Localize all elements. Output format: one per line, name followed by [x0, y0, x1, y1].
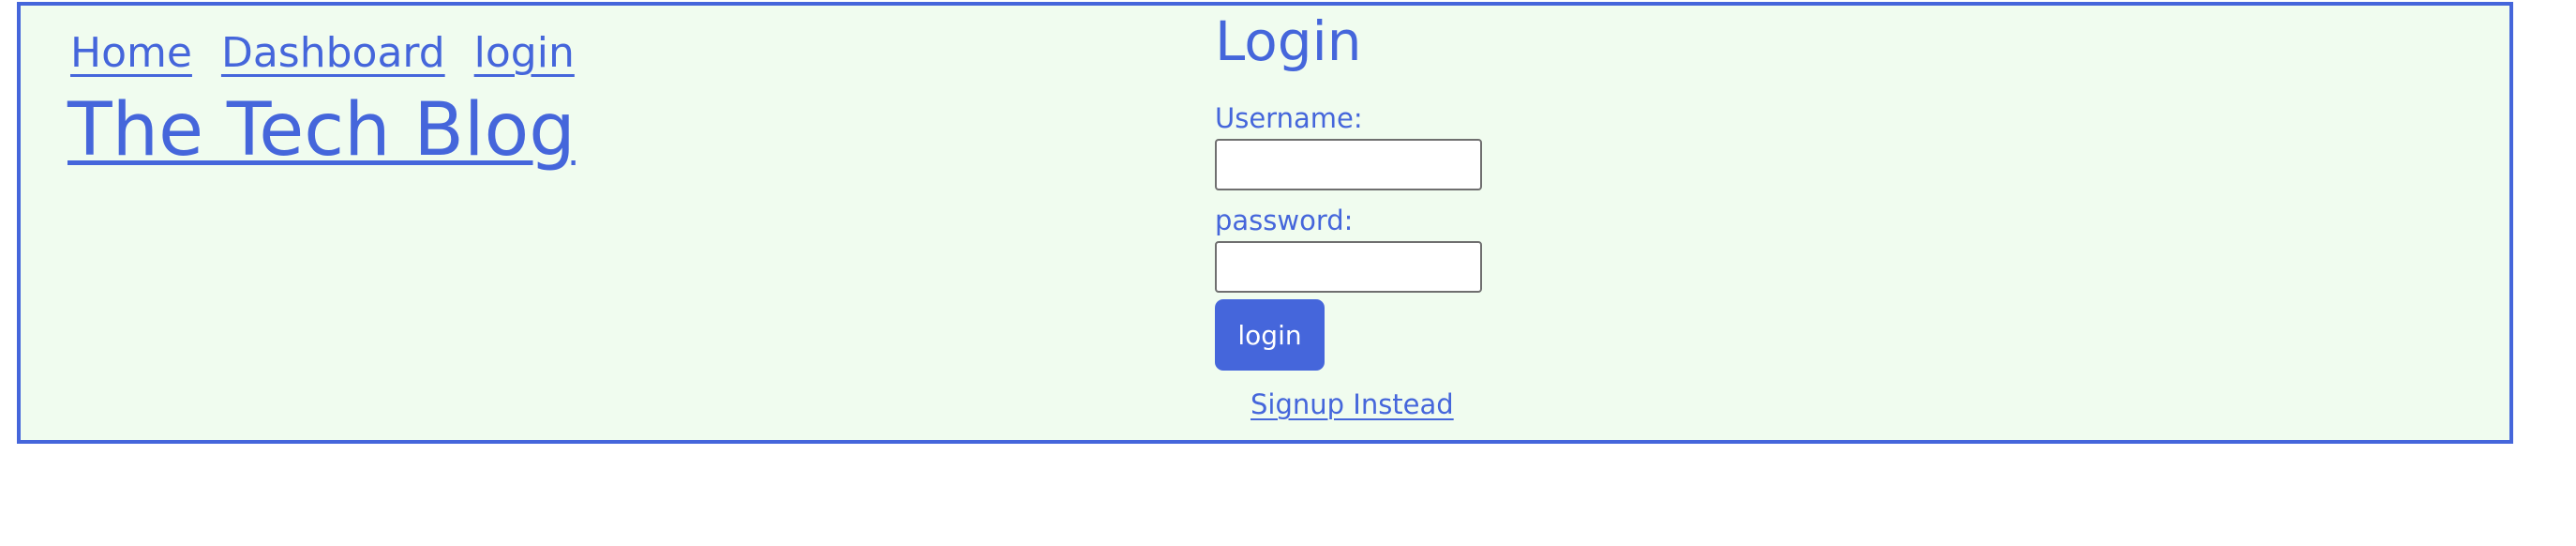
site-title-link[interactable]: The Tech Blog — [67, 88, 576, 173]
password-label: password: — [1215, 205, 1354, 236]
username-label: Username: — [1215, 102, 1363, 134]
username-input[interactable] — [1215, 139, 1482, 190]
signup-instead-link[interactable]: Signup Instead — [1251, 388, 1454, 420]
page-container: Home Dashboard login The Tech Blog Login… — [17, 2, 2513, 444]
nav-link-login[interactable]: login — [474, 29, 575, 77]
nav-link-home[interactable]: Home — [70, 29, 192, 77]
password-input[interactable] — [1215, 241, 1482, 293]
top-nav: Home Dashboard login — [70, 29, 575, 77]
nav-link-dashboard[interactable]: Dashboard — [221, 29, 445, 77]
login-heading: Login — [1215, 9, 1362, 73]
login-button[interactable]: login — [1215, 299, 1325, 371]
